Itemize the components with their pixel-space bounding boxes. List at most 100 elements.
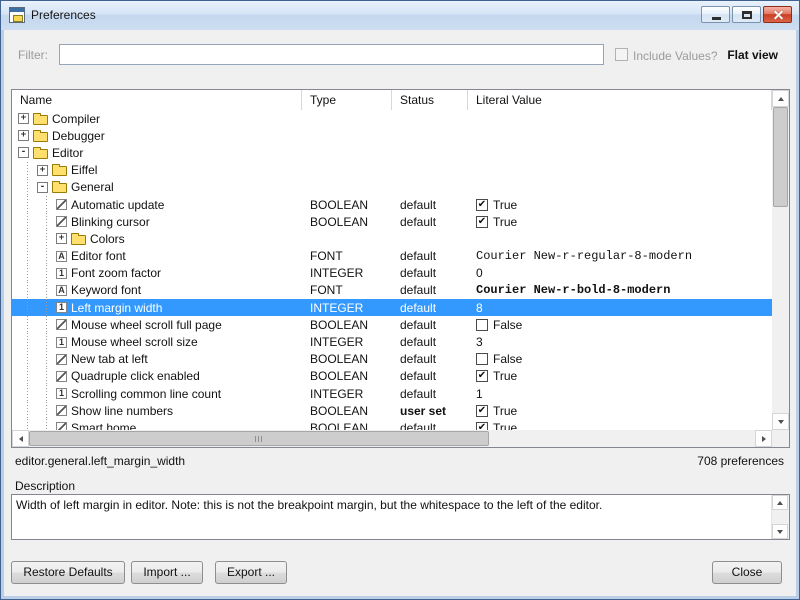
row-label: Quadruple click enabled bbox=[71, 369, 200, 383]
maximize-button[interactable] bbox=[732, 6, 761, 23]
row-value-text: 8 bbox=[476, 301, 483, 315]
column-header-type[interactable]: Type bbox=[302, 90, 392, 110]
expand-icon[interactable]: + bbox=[56, 233, 67, 244]
row-status: default bbox=[392, 333, 468, 350]
table-row[interactable]: 1Scrolling common line countINTEGERdefau… bbox=[12, 385, 772, 402]
table-row[interactable]: + Debugger bbox=[12, 127, 772, 144]
boolean-pref-icon bbox=[56, 354, 67, 365]
row-name-cell: -General bbox=[12, 179, 302, 196]
preferences-window: Preferences Filter: Include Values? Flat… bbox=[0, 0, 800, 600]
checkbox-unchecked[interactable] bbox=[476, 353, 488, 365]
checkbox-unchecked[interactable] bbox=[476, 319, 488, 331]
tree-indent-guide bbox=[18, 179, 37, 196]
row-value-text: 3 bbox=[476, 335, 483, 349]
close-button[interactable] bbox=[763, 6, 792, 23]
down-arrow-icon bbox=[777, 530, 783, 534]
scroll-down-button[interactable] bbox=[772, 413, 789, 430]
table-row[interactable]: Blinking cursorBOOLEANdefault✔True bbox=[12, 213, 772, 230]
column-header-value[interactable]: Literal Value bbox=[468, 90, 772, 110]
title-bar[interactable]: Preferences bbox=[1, 1, 799, 30]
description-label: Description bbox=[15, 479, 75, 493]
boolean-pref-icon bbox=[56, 199, 67, 210]
collapse-icon[interactable]: - bbox=[18, 147, 29, 158]
row-name-cell: New tab at left bbox=[12, 351, 302, 368]
checkbox-checked[interactable]: ✔ bbox=[476, 199, 488, 211]
vertical-scroll-thumb[interactable] bbox=[773, 107, 788, 207]
table-row[interactable]: Automatic updateBOOLEANdefault✔True bbox=[12, 196, 772, 213]
checkbox-checked[interactable]: ✔ bbox=[476, 405, 488, 417]
collapse-icon[interactable]: - bbox=[37, 182, 48, 193]
filter-input[interactable] bbox=[59, 44, 604, 65]
horizontal-scrollbar[interactable] bbox=[12, 430, 772, 447]
integer-pref-icon: 1 bbox=[56, 302, 67, 313]
scroll-left-button[interactable] bbox=[12, 430, 29, 447]
row-status: default bbox=[392, 316, 468, 333]
row-status: default bbox=[392, 419, 468, 430]
row-type bbox=[302, 110, 392, 127]
table-row[interactable]: AEditor fontFONTdefaultCourier New-r-reg… bbox=[12, 248, 772, 265]
table-row[interactable]: AKeyword fontFONTdefaultCourier New-r-bo… bbox=[12, 282, 772, 299]
expand-icon[interactable]: + bbox=[18, 113, 29, 124]
description-scroll-up-button[interactable] bbox=[772, 495, 788, 510]
column-header-name[interactable]: Name bbox=[12, 90, 302, 110]
tree-indent-guide bbox=[18, 333, 37, 350]
tree-indent-guide bbox=[18, 299, 37, 316]
table-row[interactable]: +Eiffel bbox=[12, 162, 772, 179]
vertical-scrollbar[interactable] bbox=[772, 90, 789, 430]
close-dialog-button[interactable]: Close bbox=[712, 561, 782, 584]
minimize-button[interactable] bbox=[701, 6, 730, 23]
export-button[interactable]: Export ... bbox=[215, 561, 287, 584]
row-name-cell: AKeyword font bbox=[12, 282, 302, 299]
tree-indent-guide bbox=[18, 162, 37, 179]
import-button[interactable]: Import ... bbox=[131, 561, 203, 584]
row-value: Courier New-r-bold-8-modern bbox=[468, 282, 772, 299]
table-row[interactable]: Quadruple click enabledBOOLEANdefault✔Tr… bbox=[12, 368, 772, 385]
expand-icon[interactable]: + bbox=[37, 165, 48, 176]
flat-view-toggle[interactable]: Flat view bbox=[727, 48, 778, 62]
checkbox-checked[interactable]: ✔ bbox=[476, 216, 488, 228]
table-row[interactable]: 1Mouse wheel scroll sizeINTEGERdefault3 bbox=[12, 333, 772, 350]
description-scroll-down-button[interactable] bbox=[772, 524, 788, 539]
table-row[interactable]: Mouse wheel scroll full pageBOOLEANdefau… bbox=[12, 316, 772, 333]
boolean-pref-icon bbox=[56, 405, 67, 416]
selected-preference-path: editor.general.left_margin_width bbox=[15, 454, 185, 468]
table-row[interactable]: - Editor bbox=[12, 144, 772, 161]
restore-defaults-button[interactable]: Restore Defaults bbox=[11, 561, 125, 584]
checkbox-checked[interactable]: ✔ bbox=[476, 422, 488, 430]
table-row[interactable]: New tab at leftBOOLEANdefaultFalse bbox=[12, 351, 772, 368]
horizontal-scroll-thumb[interactable] bbox=[29, 431, 489, 446]
boolean-pref-icon bbox=[56, 216, 67, 227]
table-header: Name Type Status Literal Value bbox=[12, 90, 772, 111]
include-values-checkbox[interactable] bbox=[615, 48, 628, 61]
row-name-cell: 1Left margin width bbox=[12, 299, 302, 316]
tree-indent-guide bbox=[18, 248, 37, 265]
expand-icon[interactable]: + bbox=[18, 130, 29, 141]
row-status bbox=[392, 144, 468, 161]
row-label: Editor bbox=[52, 146, 83, 160]
description-scrollbar[interactable] bbox=[771, 495, 789, 539]
table-row[interactable]: +Compiler bbox=[12, 110, 772, 127]
table-row[interactable]: 1Font zoom factorINTEGERdefault0 bbox=[12, 265, 772, 282]
table-row[interactable]: +Colors bbox=[12, 230, 772, 247]
maximize-icon bbox=[742, 11, 752, 19]
integer-pref-icon: 1 bbox=[56, 268, 67, 279]
tree-indent-guide bbox=[37, 316, 56, 333]
row-label: Mouse wheel scroll size bbox=[71, 335, 198, 349]
tree-indent-guide bbox=[37, 299, 56, 316]
row-type bbox=[302, 179, 392, 196]
row-label: Debugger bbox=[52, 129, 105, 143]
row-status: default bbox=[392, 299, 468, 316]
table-row[interactable]: Smart homeBOOLEANdefault✔True bbox=[12, 419, 772, 430]
row-label: Smart home bbox=[71, 421, 136, 430]
scroll-up-button[interactable] bbox=[772, 90, 789, 107]
table-row[interactable]: -General bbox=[12, 179, 772, 196]
row-status: default bbox=[392, 351, 468, 368]
table-row[interactable]: 1Left margin widthINTEGERdefault8 bbox=[12, 299, 772, 316]
table-row[interactable]: Show line numbersBOOLEANuser set✔True bbox=[12, 402, 772, 419]
checkbox-checked[interactable]: ✔ bbox=[476, 370, 488, 382]
row-value-text: False bbox=[493, 352, 522, 366]
row-status bbox=[392, 230, 468, 247]
column-header-status[interactable]: Status bbox=[392, 90, 468, 110]
scroll-right-button[interactable] bbox=[755, 430, 772, 447]
tree-indent-guide bbox=[37, 333, 56, 350]
